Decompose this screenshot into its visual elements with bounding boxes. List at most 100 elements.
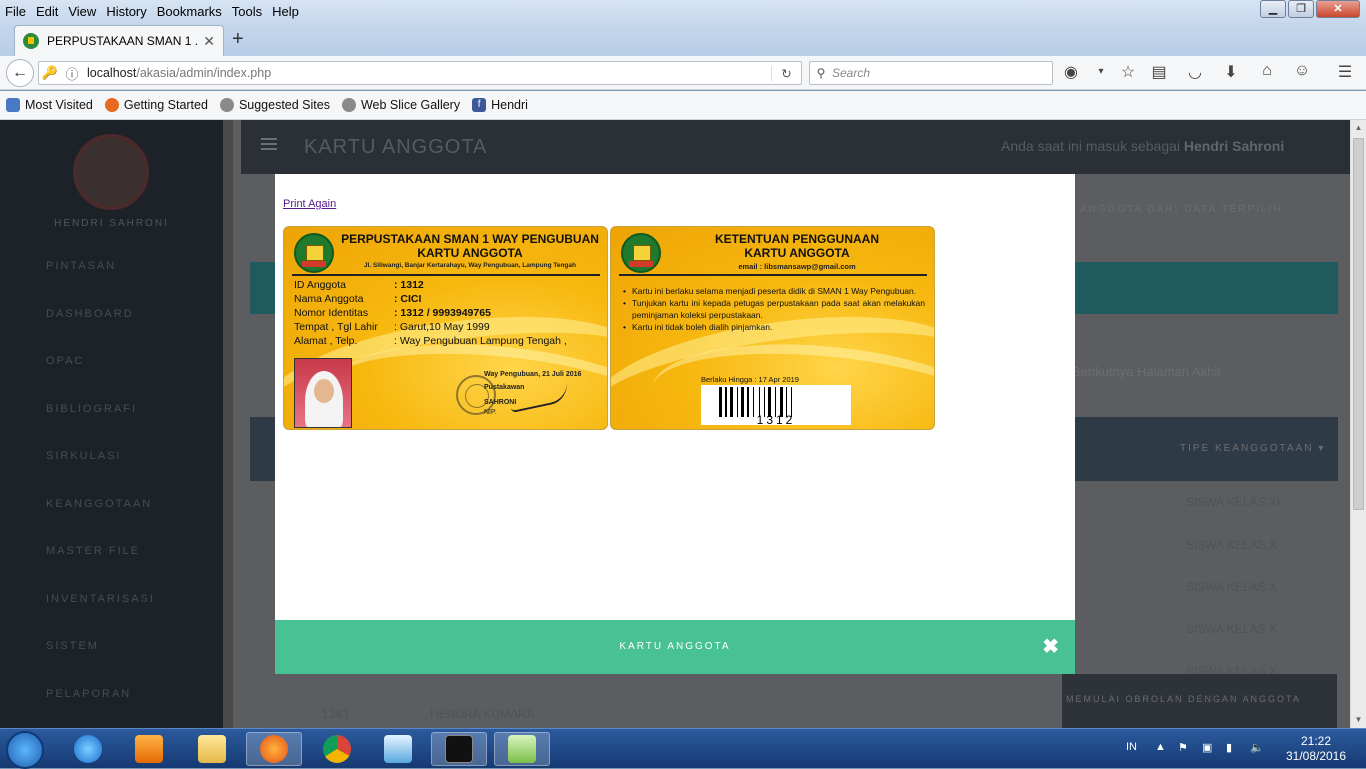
close-tab-icon[interactable]: ✕ — [203, 33, 215, 50]
clock[interactable]: 21:22 31/08/2016 — [1280, 734, 1352, 764]
browser-window: File Edit View History Bookmarks Tools H… — [0, 0, 1366, 769]
minimize-button[interactable]: ▁ — [1260, 0, 1286, 18]
table-row-id: 1343 — [322, 707, 349, 721]
volume-icon[interactable]: 🔈 — [1250, 741, 1264, 754]
table-row-type: SISWA KELAS X — [1186, 580, 1277, 594]
taskbar-cmd[interactable] — [431, 732, 487, 766]
search-input[interactable]: ⚲ Search — [809, 61, 1053, 85]
sidebar-item-sistem[interactable]: SISTEM — [18, 640, 155, 688]
url-bar[interactable]: 🔑 ⓘ localhost/akasia/admin/index.php ↻ — [38, 61, 802, 85]
taskbar-notepadpp[interactable] — [494, 732, 550, 766]
sidebar-item-sirkulasi[interactable]: SIRKULASI — [18, 450, 155, 498]
taskbar-ie[interactable] — [60, 732, 116, 766]
dropdown-icon[interactable]: ▾ — [1090, 66, 1112, 77]
bookmark-most-visited[interactable]: Most Visited — [6, 98, 93, 112]
print-selected-button[interactable]: ANGGOTA DARI DATA TERPILIH — [1080, 204, 1282, 215]
taskbar-explorer[interactable] — [184, 732, 240, 766]
sidebar-item-master-file[interactable]: MASTER FILE — [18, 545, 155, 593]
menu-help[interactable]: Help — [267, 4, 304, 19]
card-back-email: email : libsmansawp@gmail.com — [738, 262, 856, 271]
sidebar-item-inventarisasi[interactable]: INVENTARISASI — [18, 593, 155, 641]
device-icon[interactable]: ▣ — [1202, 741, 1212, 754]
sidebar-item-opac[interactable]: OPAC — [18, 355, 155, 403]
taskbar-chrome[interactable] — [309, 732, 365, 766]
taskbar-firefox[interactable] — [246, 732, 302, 766]
sidebar-item-pelaporan[interactable]: PELAPORAN — [18, 688, 155, 729]
field-value: : Way Pengubuan Lampung Tengah , — [394, 335, 567, 347]
rule-item: Kartu ini tidak boleh dialih pinjamkan. — [623, 321, 925, 333]
favicon-icon — [23, 33, 39, 49]
pocket-icon[interactable]: ◡ — [1184, 62, 1206, 82]
sidebar-item-dashboard[interactable]: DASHBOARD — [18, 308, 155, 356]
identity-icon[interactable]: 🔑 — [39, 65, 61, 81]
facebook-icon: f — [472, 98, 487, 112]
chat-icon[interactable]: ☺ — [1291, 62, 1313, 80]
reading-list-icon[interactable]: ▤ — [1148, 62, 1170, 82]
print-again-link[interactable]: Print Again — [283, 198, 336, 210]
chat-button-label: MEMULAI OBROLAN DENGAN ANGGOTA — [1066, 694, 1301, 704]
search-placeholder: Search — [832, 66, 871, 80]
globe-icon — [219, 98, 234, 112]
close-modal-icon[interactable]: ✖ — [1042, 634, 1059, 659]
sidebar-item-bibliografi[interactable]: BIBLIOGRAFI — [18, 403, 155, 451]
menu-history[interactable]: History — [101, 4, 151, 19]
home-icon[interactable]: ⌂ — [1256, 62, 1278, 80]
back-button[interactable]: ← — [6, 59, 34, 87]
taskbar-app[interactable] — [370, 732, 426, 766]
close-window-button[interactable]: ✕ — [1316, 0, 1360, 18]
bookmark-star-icon[interactable]: ☆ — [1117, 62, 1139, 82]
reload-icon[interactable]: ↻ — [771, 65, 801, 81]
sidebar-item-pintasan[interactable]: PINTASAN — [18, 260, 155, 308]
chat-button[interactable]: MEMULAI OBROLAN DENGAN ANGGOTA — [1062, 674, 1337, 728]
bookmark-getting-started[interactable]: Getting Started — [104, 98, 208, 112]
school-logo-icon — [294, 233, 334, 273]
sidebar-item-keanggotaan[interactable]: KEANGGOTAAN — [18, 498, 155, 546]
sidebar-menu: PINTASAN DASHBOARD OPAC BIBLIOGRAFI SIRK… — [18, 260, 155, 728]
field-value: : 1312 / 9993949765 — [394, 307, 491, 319]
new-tab-button[interactable]: + — [232, 28, 244, 51]
scroll-down-arrow[interactable]: ▼ — [1351, 712, 1366, 728]
page-scrollbar[interactable]: ▲ ▼ — [1350, 120, 1366, 728]
bookmark-hendri[interactable]: f Hendri — [472, 98, 528, 112]
tab-bar: PERPUSTAKAAN SMAN 1 ... ✕ + — [0, 22, 1366, 56]
modal-footer: KARTU ANGGOTA ✖ — [275, 620, 1075, 674]
action-center-icon[interactable]: ⚑ — [1178, 741, 1188, 754]
pagination[interactable]: Berikutnya Halaman Akhir — [1072, 364, 1222, 379]
addon-icon[interactable]: ◉ — [1060, 62, 1082, 82]
hamburger-menu-icon[interactable]: ☰ — [1334, 62, 1356, 82]
sidebar-user-name: HENDRI SAHRONI — [54, 218, 169, 229]
bookmark-web-slice-gallery[interactable]: Web Slice Gallery — [341, 98, 460, 112]
menu-edit[interactable]: Edit — [31, 4, 63, 19]
bookmark-folder-icon — [6, 98, 20, 112]
field-label: ID Anggota — [294, 279, 346, 291]
col-tipe-keanggotaan[interactable]: TIPE KEANGGOTAAN ▾ — [1180, 443, 1325, 454]
scroll-thumb[interactable] — [1353, 138, 1364, 510]
hamburger-icon[interactable] — [261, 138, 277, 140]
maximize-button[interactable]: ❐ — [1288, 0, 1314, 18]
download-icon[interactable]: ⬇ — [1220, 62, 1242, 82]
show-hidden-icons-icon[interactable]: ▲ — [1155, 741, 1166, 753]
rule-item: Kartu ini berlaku selama menjadi peserta… — [623, 285, 925, 297]
menu-file[interactable]: File — [0, 4, 31, 19]
taskbar-media-player[interactable] — [121, 732, 177, 766]
barcode: 1312 — [701, 385, 851, 425]
scroll-up-arrow[interactable]: ▲ — [1351, 120, 1366, 136]
bookmark-suggested-sites[interactable]: Suggested Sites — [219, 98, 330, 112]
table-row-type: SISWA KELAS X — [1186, 538, 1277, 552]
field-label: Nomor Identitas — [294, 307, 369, 319]
field-value: : Garut,10 May 1999 — [394, 321, 490, 333]
sidebar: HENDRI SAHRONI PINTASAN DASHBOARD OPAC B… — [0, 120, 223, 728]
language-indicator[interactable]: IN — [1126, 741, 1137, 753]
network-icon[interactable]: ▮ — [1226, 741, 1232, 754]
menu-tools[interactable]: Tools — [227, 4, 267, 19]
bookmarks-toolbar: Most Visited Getting Started Suggested S… — [0, 91, 1366, 120]
start-button[interactable] — [6, 731, 44, 769]
tab-perpustakaan[interactable]: PERPUSTAKAAN SMAN 1 ... ✕ — [14, 25, 224, 56]
menu-view[interactable]: View — [63, 4, 101, 19]
menu-bookmarks[interactable]: Bookmarks — [152, 4, 227, 19]
field-value: : 1312 — [394, 279, 424, 291]
page-title: KARTU ANGGOTA — [304, 136, 488, 158]
modal-title: KARTU ANGGOTA — [619, 641, 731, 652]
url-text[interactable]: localhost/akasia/admin/index.php — [83, 66, 771, 80]
info-icon[interactable]: ⓘ — [61, 64, 83, 83]
